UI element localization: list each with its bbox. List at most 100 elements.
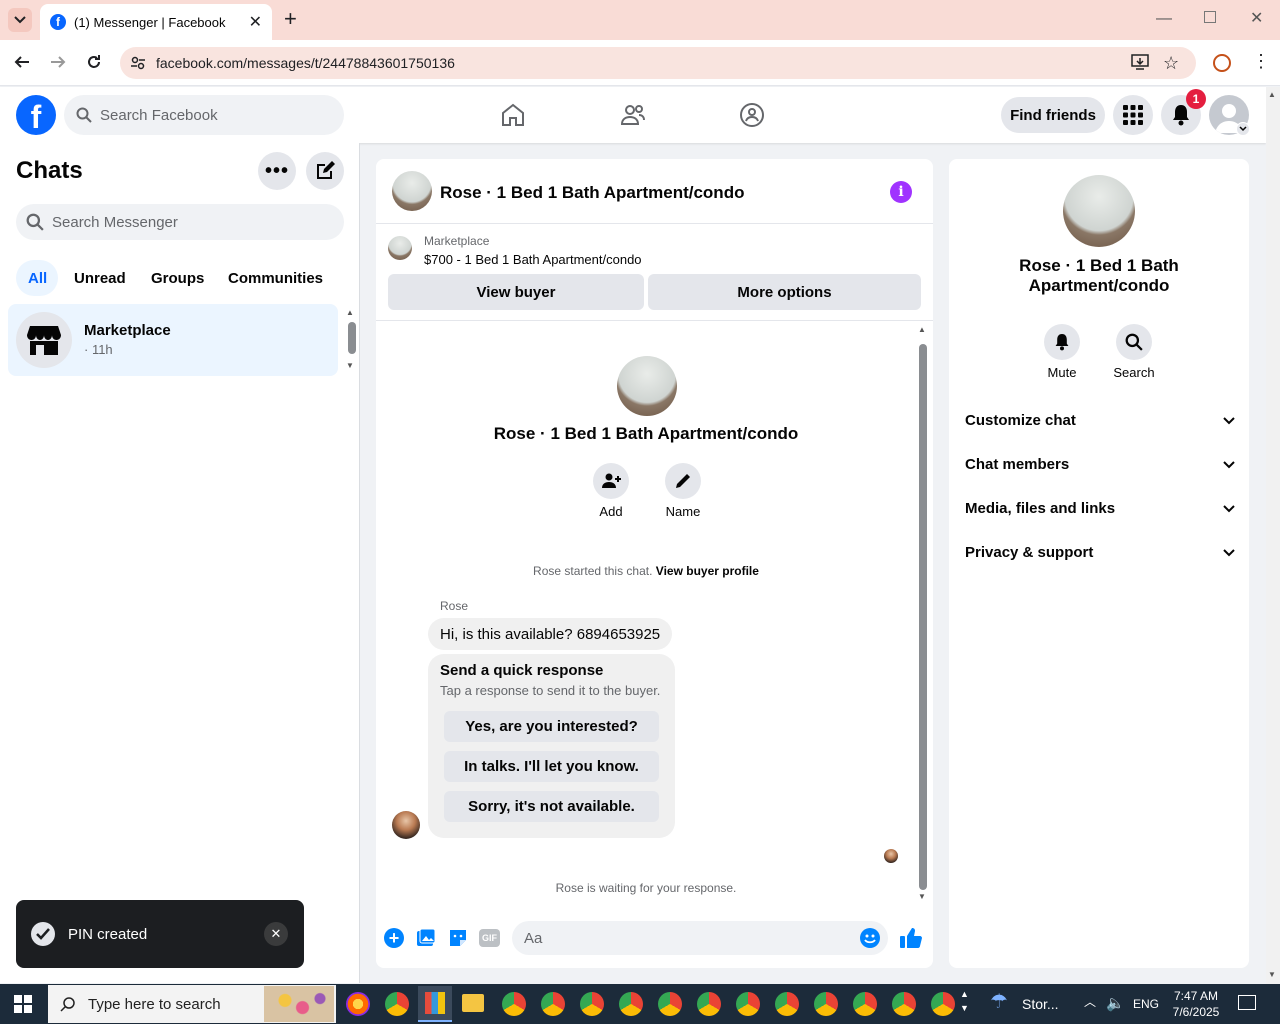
- chrome-profile-icon[interactable]: [658, 992, 682, 1016]
- toast-close-icon[interactable]: ✕: [264, 922, 288, 946]
- tray-expand-icon[interactable]: ︿: [1084, 993, 1096, 1010]
- reload-button[interactable]: [86, 54, 102, 70]
- profile-icon[interactable]: [1213, 54, 1231, 72]
- close-window-button[interactable]: ✕: [1250, 8, 1263, 28]
- weather-text[interactable]: Stor...: [1022, 996, 1059, 1012]
- chat-list-scroll-up-icon[interactable]: ▲: [346, 308, 354, 317]
- chrome-profile-icon[interactable]: [892, 992, 916, 1016]
- chat-members-section[interactable]: Chat members: [965, 456, 1235, 473]
- chat-list-scroll-down-icon[interactable]: ▼: [346, 361, 354, 370]
- gif-icon[interactable]: GIF: [479, 929, 500, 947]
- chrome-profile-icon[interactable]: [775, 992, 799, 1016]
- scroll-down-arrow-icon[interactable]: ▼: [1268, 970, 1276, 979]
- info-icon[interactable]: i: [890, 181, 912, 203]
- facebook-logo[interactable]: f: [16, 95, 56, 135]
- chrome-profile-icon[interactable]: [541, 992, 565, 1016]
- edit-name-button[interactable]: [665, 463, 701, 499]
- bookmark-star-icon[interactable]: ☆: [1163, 53, 1179, 74]
- sender-name: Rose: [440, 599, 469, 613]
- forward-button[interactable]: [50, 54, 66, 70]
- chrome-profile-icon[interactable]: [814, 992, 838, 1016]
- new-tab-button[interactable]: +: [284, 8, 297, 30]
- privacy-support-section[interactable]: Privacy & support: [965, 544, 1235, 561]
- notification-center-icon[interactable]: [1238, 995, 1256, 1010]
- new-message-button[interactable]: [306, 152, 344, 190]
- listing-source: Marketplace: [424, 234, 490, 248]
- groups-nav-icon[interactable]: [739, 102, 765, 128]
- message-input[interactable]: Aa: [512, 921, 888, 955]
- tab-list-button[interactable]: [8, 8, 32, 32]
- scroll-up-arrow-icon[interactable]: ▲: [1268, 90, 1276, 99]
- close-tab-icon[interactable]: ✕: [249, 12, 262, 32]
- chat-scrollbar[interactable]: [919, 344, 927, 890]
- add-people-button[interactable]: [593, 463, 629, 499]
- more-options-button[interactable]: More options: [648, 274, 921, 310]
- chrome-profile-icon[interactable]: [580, 992, 604, 1016]
- firefox-icon[interactable]: [346, 992, 370, 1016]
- chats-options-button[interactable]: •••: [258, 152, 296, 190]
- filter-unread[interactable]: Unread: [74, 270, 126, 287]
- chrome-profile-icon[interactable]: [502, 992, 526, 1016]
- plus-icon[interactable]: +: [384, 928, 404, 948]
- photo-icon[interactable]: [416, 928, 436, 948]
- forward-arrow-icon: [51, 56, 66, 68]
- restore-button[interactable]: [1204, 11, 1216, 23]
- filter-all[interactable]: All: [28, 270, 47, 287]
- sticker-icon[interactable]: [448, 928, 468, 948]
- filter-groups[interactable]: Groups: [151, 270, 204, 287]
- language-indicator[interactable]: ENG: [1133, 997, 1159, 1011]
- filter-communities[interactable]: Communities: [228, 270, 323, 287]
- messenger-search-input[interactable]: Search Messenger: [16, 204, 344, 240]
- info-avatar[interactable]: [1063, 175, 1135, 247]
- find-friends-button[interactable]: Find friends: [1001, 97, 1105, 133]
- taskbar-active-app[interactable]: [418, 986, 452, 1022]
- chrome-profile-icon[interactable]: [853, 992, 877, 1016]
- windows-start-icon[interactable]: [14, 995, 32, 1013]
- view-buyer-button[interactable]: View buyer: [388, 274, 644, 310]
- site-info-icon[interactable]: [130, 55, 146, 71]
- listing-text[interactable]: $700 - 1 Bed 1 Bath Apartment/condo: [424, 252, 642, 267]
- volume-icon[interactable]: 🔈: [1106, 994, 1125, 1012]
- chrome-profile-icon[interactable]: [931, 992, 955, 1016]
- thumbs-up-icon[interactable]: [899, 926, 923, 950]
- minimize-button[interactable]: —: [1156, 10, 1172, 28]
- emoji-icon[interactable]: [860, 928, 880, 948]
- message-bubble[interactable]: Hi, is this available? 6894653925: [428, 618, 673, 650]
- facebook-search-input[interactable]: Search Facebook: [64, 95, 344, 135]
- chrome-profile-icon[interactable]: [697, 992, 721, 1016]
- quick-response-button[interactable]: Sorry, it's not available.: [444, 791, 659, 822]
- quick-response-button[interactable]: In talks. I'll let you know.: [444, 751, 659, 782]
- menu-button[interactable]: [1113, 95, 1153, 135]
- chat-profile-avatar[interactable]: [617, 356, 677, 416]
- view-buyer-profile-link[interactable]: View buyer profile: [656, 564, 759, 578]
- page-scrollbar[interactable]: [1266, 87, 1280, 984]
- browser-tab[interactable]: f (1) Messenger | Facebook ✕: [40, 4, 272, 40]
- clock[interactable]: 7:47 AM 7/6/2025: [1166, 988, 1226, 1020]
- friends-nav-icon[interactable]: [620, 102, 646, 128]
- sender-avatar[interactable]: [392, 811, 420, 839]
- chrome-icon[interactable]: [385, 992, 409, 1016]
- file-explorer-icon[interactable]: [462, 994, 484, 1012]
- media-files-section[interactable]: Media, files and links: [965, 500, 1235, 517]
- address-bar[interactable]: facebook.com/messages/t/2447884360175013…: [120, 47, 1196, 79]
- chat-header-avatar[interactable]: [392, 171, 432, 211]
- mute-button[interactable]: [1044, 324, 1080, 360]
- chat-list-scrollbar[interactable]: [348, 322, 356, 354]
- taskbar-scroll-icon[interactable]: ▲ ▼: [960, 987, 969, 1015]
- customize-chat-section[interactable]: Customize chat: [965, 412, 1235, 429]
- browser-menu-icon[interactable]: ⋮: [1252, 52, 1270, 70]
- facebook-search-placeholder: Search Facebook: [100, 106, 218, 124]
- install-app-icon[interactable]: [1131, 54, 1149, 70]
- chat-header-title[interactable]: Rose · 1 Bed 1 Bath Apartment/condo: [440, 183, 744, 203]
- quick-response-button[interactable]: Yes, are you interested?: [444, 711, 659, 742]
- back-button[interactable]: [14, 54, 30, 70]
- search-in-chat-button[interactable]: [1116, 324, 1152, 360]
- chrome-profile-icon[interactable]: [619, 992, 643, 1016]
- home-nav-icon[interactable]: [500, 102, 526, 128]
- weather-umbrella-icon[interactable]: ☂: [990, 992, 1008, 1012]
- messenger-search-placeholder: Search Messenger: [52, 213, 178, 231]
- chrome-profile-icon[interactable]: [736, 992, 760, 1016]
- account-chevron-icon[interactable]: [1236, 122, 1250, 136]
- chat-scroll-down-icon[interactable]: ▼: [918, 892, 926, 901]
- chat-scroll-up-icon[interactable]: ▲: [918, 325, 926, 334]
